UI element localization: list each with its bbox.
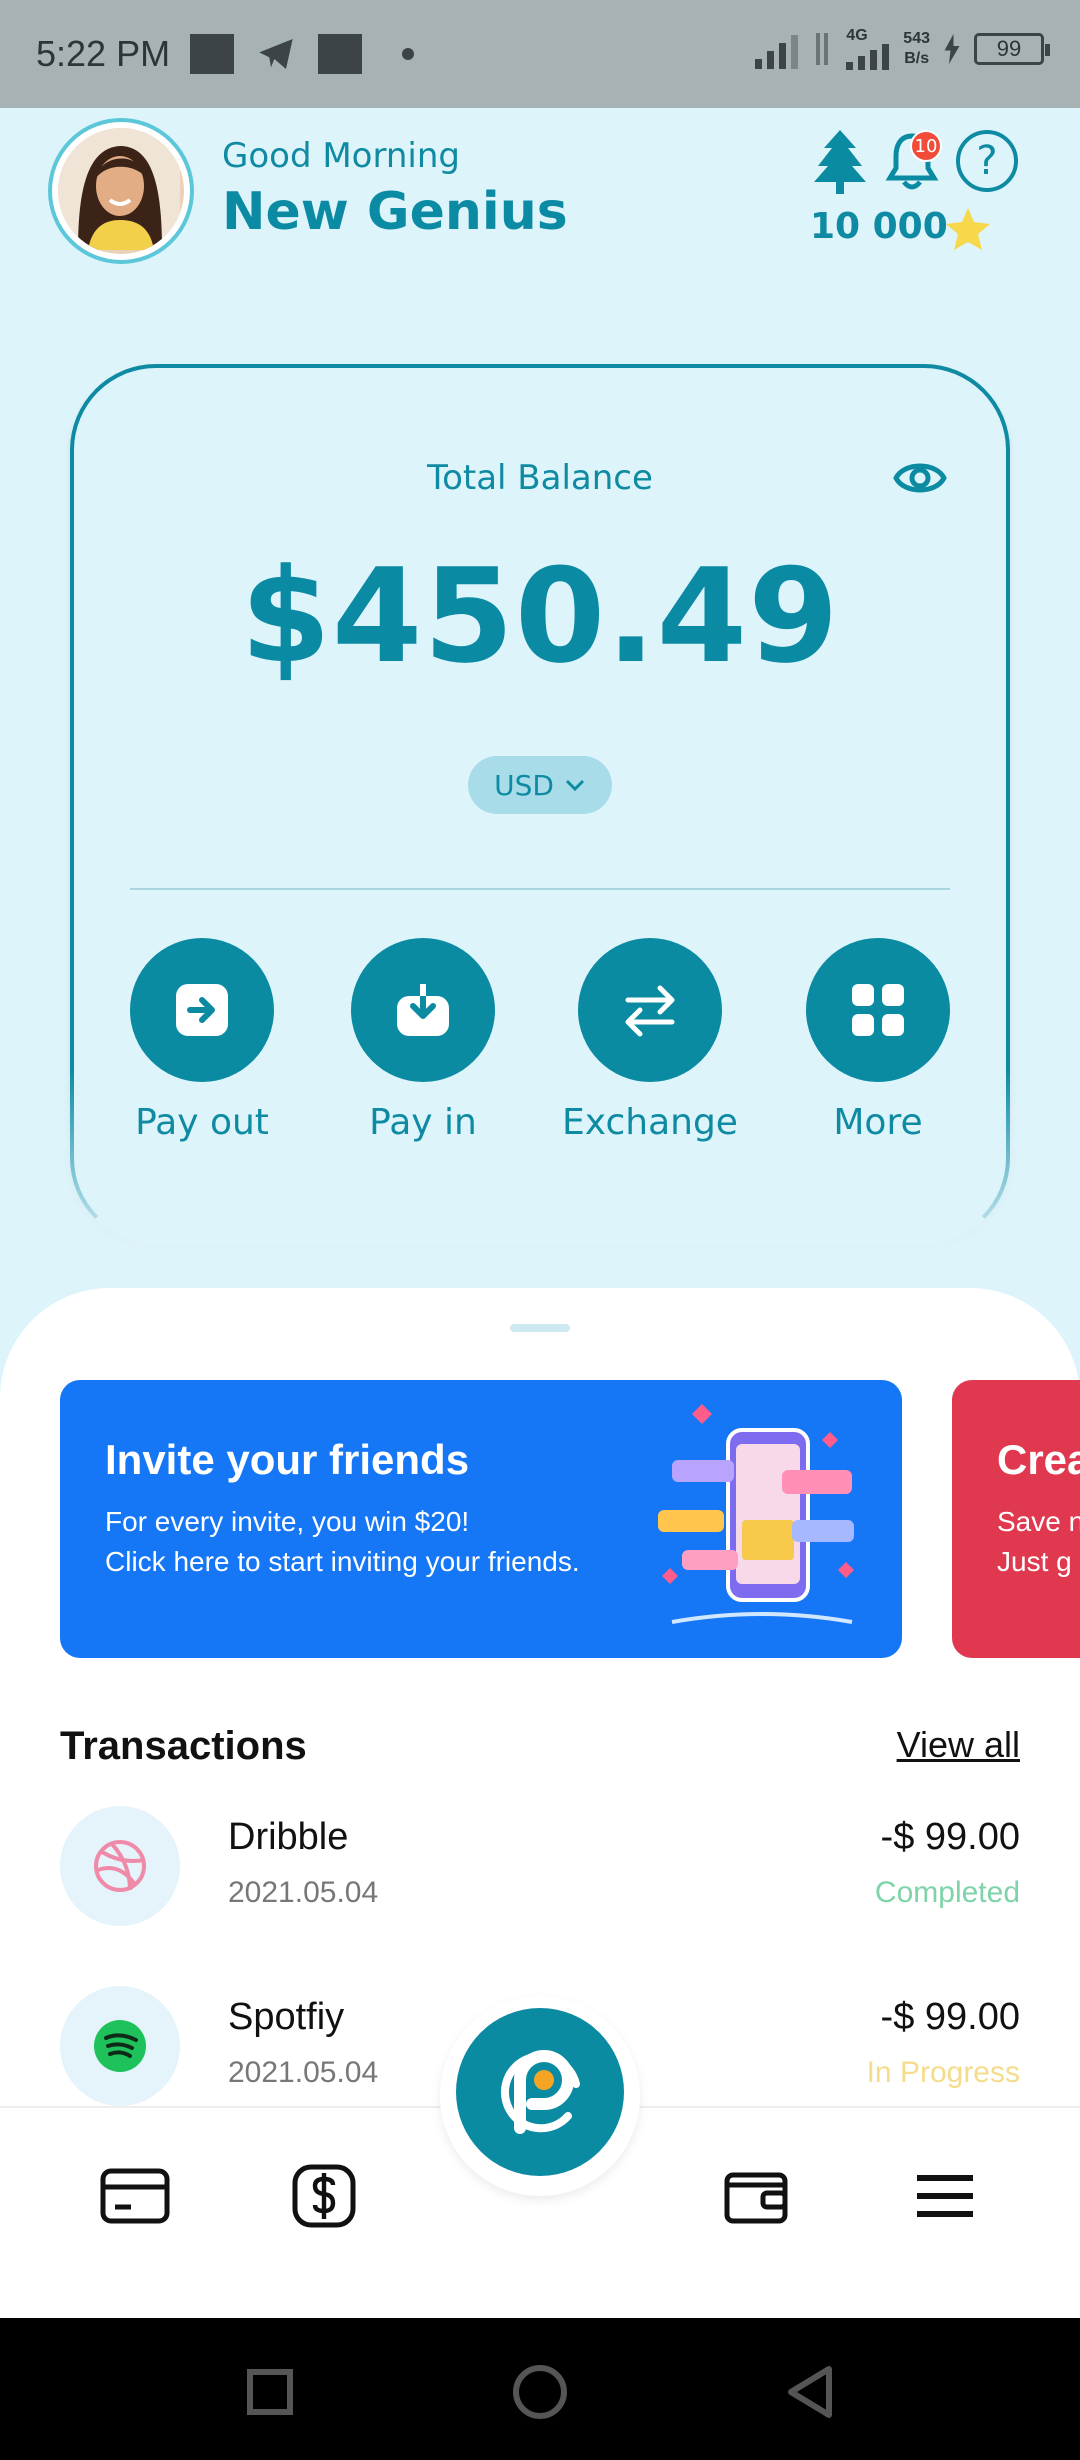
- more-button[interactable]: [806, 938, 950, 1082]
- view-all-link[interactable]: View all: [897, 1724, 1020, 1766]
- data-arrows-icon: [816, 33, 829, 65]
- promo-card-invite[interactable]: Invite your friends For every invite, yo…: [60, 1380, 902, 1658]
- hamburger-menu-icon: [917, 2175, 973, 2217]
- pay-out-action[interactable]: Pay out: [130, 938, 274, 1143]
- nav-wallet[interactable]: [716, 2156, 796, 2236]
- pay-out-label: Pay out: [135, 1102, 269, 1143]
- transaction-amount: -$ 99.00: [880, 1816, 1020, 1858]
- help-icon[interactable]: ?: [956, 130, 1018, 192]
- swap-arrows-icon: [625, 985, 675, 1037]
- wallet-icon: [724, 2172, 788, 2224]
- app-notification-icon-2: [318, 34, 363, 74]
- home-logo-button[interactable]: [456, 2008, 624, 2176]
- more-label: More: [833, 1102, 923, 1143]
- pay-in-label: Pay in: [369, 1102, 477, 1143]
- network-type: 4G: [846, 27, 868, 44]
- network-speed-value: 543: [903, 30, 930, 47]
- signal-icon-2: [846, 44, 890, 70]
- star-icon: [946, 208, 990, 250]
- transaction-status: Completed: [874, 1876, 1020, 1909]
- phone-chat-illustration: [658, 1404, 854, 1624]
- app-notification-icon: [190, 34, 235, 74]
- transaction-status: In Progress: [866, 2056, 1020, 2089]
- currency-label: USD: [494, 768, 554, 802]
- notification-badge: 10: [910, 130, 942, 162]
- transaction-name: Spotfiy: [228, 1996, 345, 2038]
- more-notifications-dot: [402, 48, 415, 60]
- home-button[interactable]: [510, 2362, 570, 2422]
- grid-icon: [852, 984, 904, 1036]
- status-bar: 5:22 PM 4G 543 B/s 99: [0, 0, 1080, 108]
- username: New Genius: [222, 182, 568, 242]
- battery-level: 99: [996, 36, 1022, 61]
- help-glyph: ?: [976, 138, 998, 184]
- pay-in-action[interactable]: Pay in: [351, 938, 495, 1143]
- divider: [130, 888, 950, 890]
- transactions-title: Transactions: [60, 1724, 307, 1768]
- network-speed-unit: B/s: [904, 50, 930, 67]
- card-icon: [100, 2168, 170, 2224]
- nav-cards[interactable]: [95, 2156, 175, 2236]
- spotify-glyph: [94, 2020, 146, 2072]
- circle-icon: [513, 2365, 567, 2419]
- pay-in-button[interactable]: [351, 938, 495, 1082]
- nav-menu[interactable]: [905, 2156, 985, 2236]
- promo-2-text-line-1: Save n: [997, 1506, 1080, 1537]
- sheet-handle[interactable]: [510, 1324, 570, 1332]
- greeting-text: Good Morning: [222, 136, 460, 176]
- spotify-icon: [60, 1986, 180, 2106]
- promo-2-text: Save n Just g: [997, 1502, 1080, 1582]
- points-counter: 10 000: [810, 206, 948, 247]
- promo-text-line-1: For every invite, you win $20!: [105, 1506, 470, 1537]
- recents-button[interactable]: [240, 2362, 300, 2422]
- dollar-icon: [292, 2164, 356, 2228]
- currency-selector[interactable]: USD: [468, 756, 612, 814]
- chevron-down-icon: [565, 779, 584, 792]
- transaction-date: 2021.05.04: [228, 2056, 379, 2089]
- download-tray-icon: [397, 983, 449, 1036]
- promo-text: For every invite, you win $20! Click her…: [105, 1502, 580, 1582]
- signal-icon: [755, 29, 799, 69]
- transaction-date: 2021.05.04: [228, 1876, 379, 1909]
- app-logo-icon: [500, 2050, 580, 2134]
- transaction-name: Dribble: [228, 1816, 349, 1858]
- more-action[interactable]: More: [806, 938, 950, 1143]
- exchange-action[interactable]: Exchange: [562, 938, 738, 1143]
- status-time: 5:22 PM: [36, 33, 171, 74]
- balance-amount: $450.49: [240, 540, 840, 692]
- tree-icon[interactable]: [812, 130, 868, 194]
- avatar[interactable]: [48, 118, 194, 264]
- pay-out-button[interactable]: [130, 938, 274, 1082]
- promo-text-line-2: Click here to start inviting your friend…: [105, 1546, 580, 1577]
- exchange-label: Exchange: [562, 1102, 738, 1143]
- exchange-button[interactable]: [578, 938, 722, 1082]
- dribbble-icon: [60, 1806, 180, 1926]
- promo-2-title: Crea: [997, 1436, 1080, 1483]
- charging-icon: [944, 34, 960, 64]
- triangle-back-icon: [788, 2366, 832, 2418]
- eye-icon[interactable]: [892, 456, 948, 500]
- arrow-right-square-icon: [176, 984, 228, 1036]
- battery-icon: 99: [974, 33, 1050, 65]
- dribbble-glyph: [94, 1840, 146, 1892]
- promo-card-create[interactable]: Crea Save n Just g: [952, 1380, 1080, 1658]
- promo-2-text-line-2: Just g: [997, 1546, 1072, 1577]
- transaction-row[interactable]: Dribble 2021.05.04 -$ 99.00 Completed: [60, 1806, 1020, 1926]
- avatar-photo: [58, 128, 180, 250]
- back-button[interactable]: [780, 2362, 840, 2422]
- promo-title: Invite your friends: [105, 1436, 470, 1483]
- telegram-icon: [259, 39, 293, 69]
- transaction-amount: -$ 99.00: [880, 1996, 1020, 2038]
- network-speed: 543 B/s: [903, 29, 930, 69]
- nav-payments[interactable]: [284, 2156, 364, 2236]
- square-icon: [247, 2369, 293, 2415]
